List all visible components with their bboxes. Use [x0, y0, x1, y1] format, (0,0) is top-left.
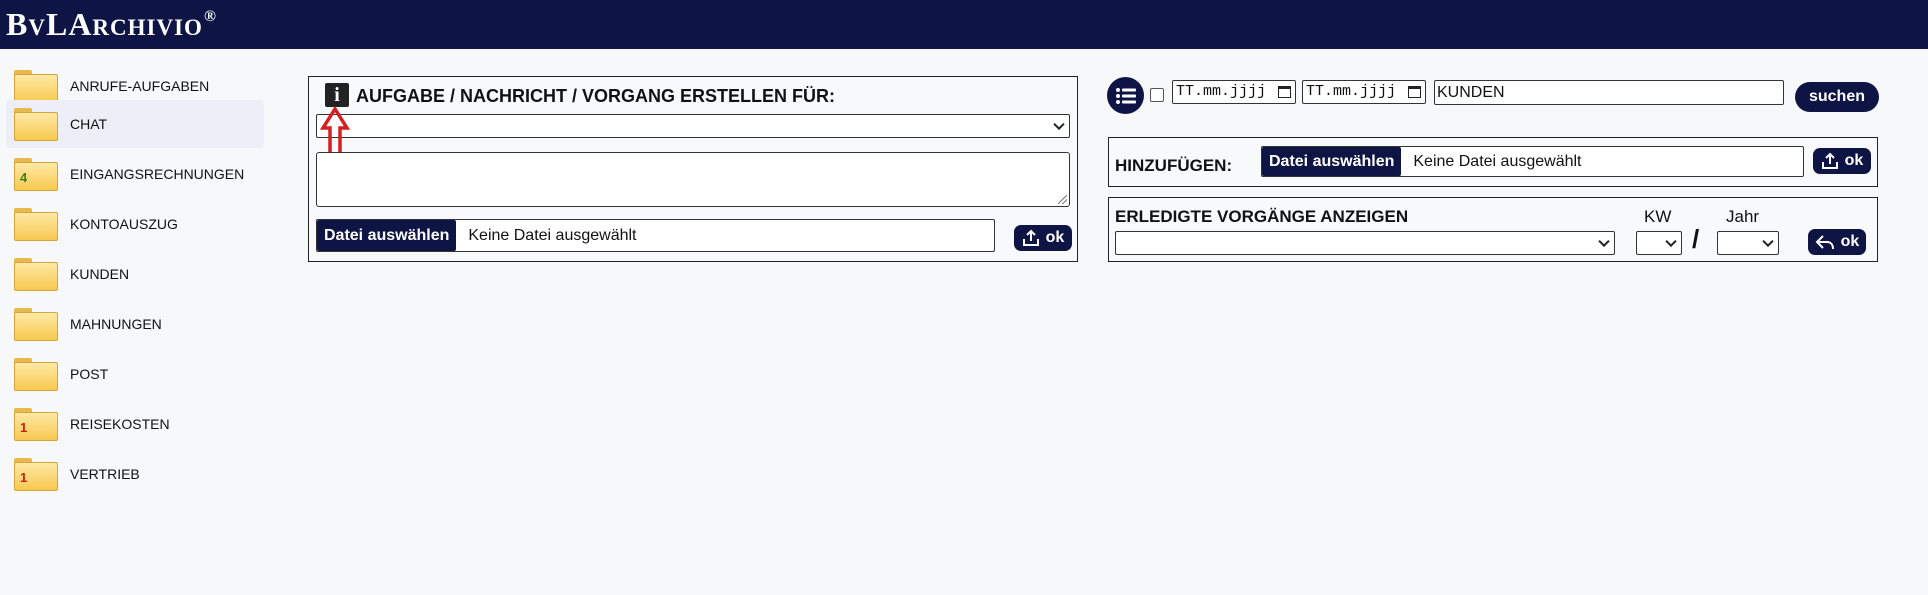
sidebar-item-kontoauszug[interactable]: KONTOAUSZUG: [6, 200, 264, 248]
sidebar-item-reisekosten[interactable]: 1 REISEKOSTEN: [6, 400, 264, 448]
sidebar-item-label: KUNDEN: [70, 266, 130, 282]
chevron-down-icon: [1598, 235, 1610, 248]
file-status: Keine Datei ausgewählt: [1413, 152, 1582, 170]
message-textarea[interactable]: [316, 152, 1070, 207]
choose-file-button[interactable]: Datei auswählen: [1262, 147, 1402, 176]
add-title: HINZUFÜGEN:: [1115, 156, 1233, 175]
create-task-title: AUFGABE / NACHRICHT / VORGANG ERSTELLEN …: [356, 86, 835, 106]
count-badge: 1: [20, 469, 28, 485]
sidebar-item-eingangsrechnungen[interactable]: 4 EINGANGSRECHNUNGEN: [6, 150, 264, 198]
count-badge: 1: [20, 419, 28, 435]
folder-icon: [14, 207, 58, 241]
kw-select[interactable]: [1636, 231, 1682, 255]
completed-select[interactable]: [1115, 231, 1615, 255]
search-input[interactable]: KUNDEN: [1434, 80, 1784, 105]
sidebar-item-label: CHAT: [70, 116, 108, 132]
chevron-down-icon: [1665, 235, 1677, 248]
create-ok-button[interactable]: ok: [1014, 225, 1072, 251]
ok-label: ok: [1844, 152, 1864, 169]
add-ok-button[interactable]: ok: [1813, 148, 1871, 174]
list-view-button[interactable]: [1107, 77, 1144, 114]
search-button[interactable]: suchen: [1795, 82, 1879, 112]
folder-icon: 4: [14, 157, 58, 191]
ok-label: ok: [1045, 229, 1065, 246]
filter-checkbox[interactable]: [1150, 88, 1164, 102]
resize-grip-icon[interactable]: [1058, 195, 1067, 204]
calendar-icon[interactable]: [1408, 86, 1421, 98]
separator: /: [1692, 224, 1700, 254]
completed-title: ERLEDIGTE VORGÄNGE ANZEIGEN: [1115, 207, 1409, 226]
list-icon: [1115, 87, 1136, 104]
folder-icon: [14, 307, 58, 341]
sidebar-item-label: MAHNUNGEN: [70, 316, 162, 332]
upload-icon: [1022, 229, 1039, 246]
sidebar-item-vertrieb[interactable]: 1 VERTRIEB: [6, 450, 264, 498]
count-badge: 4: [20, 169, 28, 185]
kw-label: KW: [1644, 207, 1672, 226]
sidebar-item-post[interactable]: POST: [6, 350, 264, 398]
sidebar-item-label: EINGANGSRECHNUNGEN: [70, 166, 245, 182]
folder-icon: 1: [14, 457, 58, 491]
calendar-icon[interactable]: [1278, 86, 1291, 98]
app-logo: BVLARCHIVIO®: [6, 6, 217, 42]
reply-icon: [1815, 235, 1834, 250]
completed-ok-button[interactable]: ok: [1808, 229, 1866, 255]
sidebar-item-label: POST: [70, 366, 109, 382]
folder-icon: [14, 257, 58, 291]
date-from-placeholder: TT.mm.jjjj: [1176, 83, 1267, 100]
info-icon[interactable]: i: [325, 83, 349, 107]
folder-icon: 1: [14, 407, 58, 441]
date-from-input[interactable]: TT.mm.jjjj: [1172, 80, 1296, 104]
sidebar-item-label: REISEKOSTEN: [70, 416, 170, 432]
sidebar-item-label: VERTRIEB: [70, 466, 140, 482]
folder-icon: [14, 357, 58, 391]
sidebar-item-chat[interactable]: CHAT: [6, 100, 264, 148]
upload-icon: [1821, 152, 1838, 169]
year-select[interactable]: [1717, 231, 1779, 255]
folder-icon: [14, 69, 58, 103]
top-bar: BVLARCHIVIO®: [0, 0, 1928, 49]
sidebar-item-label: KONTOAUSZUG: [70, 216, 178, 232]
date-to-input[interactable]: TT.mm.jjjj: [1302, 80, 1426, 104]
choose-file-button[interactable]: Datei auswählen: [317, 220, 457, 251]
file-status: Keine Datei ausgewählt: [468, 226, 637, 244]
sidebar-item-kunden[interactable]: KUNDEN: [6, 250, 264, 298]
file-input[interactable]: Datei auswählen Keine Datei ausgewählt: [316, 219, 995, 252]
add-file-input[interactable]: Datei auswählen Keine Datei ausgewählt: [1261, 146, 1804, 177]
sidebar-item-mahnungen[interactable]: MAHNUNGEN: [6, 300, 264, 348]
ok-label: ok: [1840, 233, 1860, 250]
year-label: Jahr: [1726, 207, 1760, 226]
date-to-placeholder: TT.mm.jjjj: [1306, 83, 1397, 100]
recipient-select[interactable]: [316, 114, 1070, 138]
sidebar-item-label: ANRUFE-AUFGABEN: [70, 78, 210, 94]
folder-icon: [14, 107, 58, 141]
chevron-down-icon: [1053, 118, 1065, 131]
chevron-down-icon: [1762, 235, 1774, 248]
